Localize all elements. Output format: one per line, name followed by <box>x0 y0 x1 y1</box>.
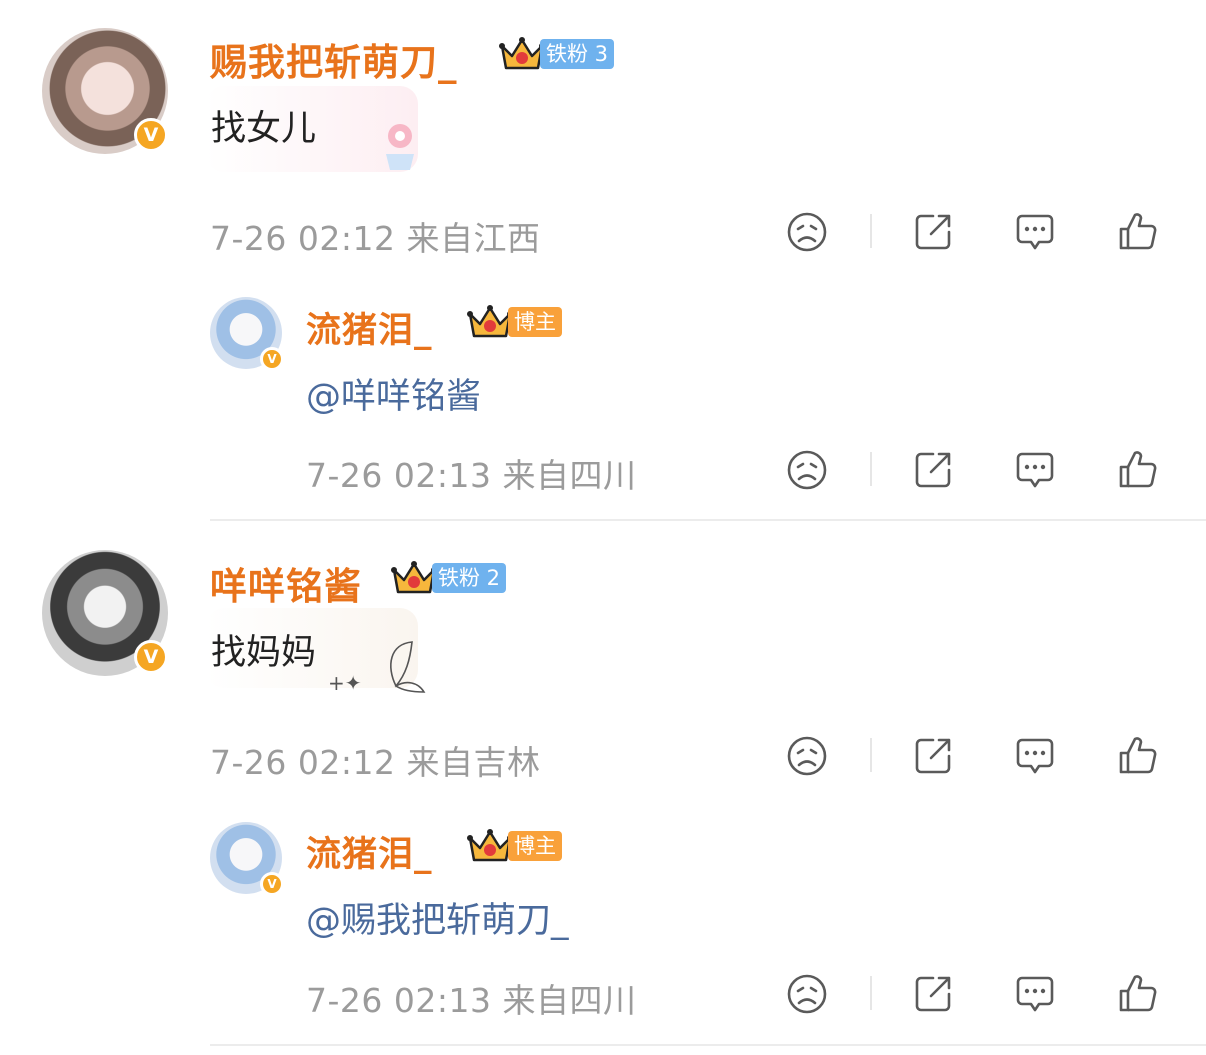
thread-divider <box>210 1044 1206 1046</box>
like-icon[interactable] <box>1115 972 1159 1016</box>
like-icon[interactable] <box>1115 734 1159 778</box>
reply-location: 来自四川 <box>502 456 637 495</box>
comment-icon[interactable] <box>1013 448 1057 492</box>
like-icon[interactable] <box>1115 448 1159 492</box>
action-divider <box>870 738 872 772</box>
blogger-badge-label: 博主 <box>508 831 562 861</box>
comment-time: 7-26 02:12 <box>210 743 396 782</box>
blogger-badge-label: 博主 <box>508 307 562 337</box>
reply-time: 7-26 02:13 <box>306 981 492 1020</box>
avatar[interactable]: V <box>42 28 168 154</box>
blogger-badge[interactable]: 博主 <box>466 305 562 339</box>
reply-mention[interactable]: @赐我把斩萌刀_ <box>306 892 569 943</box>
reply-location: 来自四川 <box>502 981 637 1020</box>
reply-time: 7-26 02:13 <box>306 456 492 495</box>
crown-icon <box>466 826 514 866</box>
verified-badge-icon: V <box>260 347 284 371</box>
comment-text: 找妈妈 <box>211 633 317 673</box>
reply-mention[interactable]: @咩咩铭酱 <box>306 368 481 419</box>
share-icon[interactable] <box>911 734 955 778</box>
comment-icon[interactable] <box>1013 972 1057 1016</box>
reply-meta: 7-26 02:13 来自四川 <box>306 974 637 1022</box>
reply-meta: 7-26 02:13 来自四川 <box>306 449 637 497</box>
like-icon[interactable] <box>1115 210 1159 254</box>
crown-icon <box>466 302 514 342</box>
fan-badge[interactable]: 铁粉 2 <box>390 558 507 598</box>
fan-badge-label: 铁粉 2 <box>432 563 507 593</box>
avatar[interactable]: V <box>42 550 168 676</box>
comment-meta: 7-26 02:12 来自吉林 <box>210 736 541 784</box>
crown-icon <box>390 558 438 598</box>
crown-icon <box>498 34 546 74</box>
comment-location: 来自吉林 <box>406 743 541 782</box>
comment-icon[interactable] <box>1013 210 1057 254</box>
svg-text:+✦: +✦ <box>328 671 362 695</box>
comment-author[interactable]: 咩咩铭酱 <box>210 556 362 610</box>
verified-badge-icon: V <box>134 118 168 152</box>
sad-face-icon[interactable] <box>785 972 829 1016</box>
sad-face-icon[interactable] <box>785 448 829 492</box>
action-divider <box>870 214 872 248</box>
share-icon[interactable] <box>911 448 955 492</box>
fan-badge-label: 铁粉 3 <box>540 39 615 69</box>
comment-text: 找女儿 <box>211 109 317 149</box>
reply-author[interactable]: 流猪泪_ <box>306 826 433 877</box>
sad-face-icon[interactable] <box>785 734 829 778</box>
action-divider <box>870 452 872 486</box>
share-icon[interactable] <box>911 972 955 1016</box>
comment-meta: 7-26 02:12 来自江西 <box>210 212 541 260</box>
verified-badge-icon: V <box>134 640 168 674</box>
reply-avatar[interactable]: V <box>210 822 284 896</box>
reply-author[interactable]: 流猪泪_ <box>306 302 433 353</box>
verified-badge-icon: V <box>260 872 284 896</box>
comment-author[interactable]: 赐我把斩萌刀_ <box>210 32 458 86</box>
comment-location: 来自江西 <box>406 219 541 258</box>
flower-decoration-icon: > ᴗ < <box>386 124 414 170</box>
thread-divider <box>210 519 1206 521</box>
comment-icon[interactable] <box>1013 734 1057 778</box>
action-divider <box>870 976 872 1010</box>
butterfly-decoration-icon: +✦ <box>328 641 426 695</box>
reply-avatar[interactable]: V <box>210 297 284 371</box>
sad-face-icon[interactable] <box>785 210 829 254</box>
blogger-badge[interactable]: 博主 <box>466 829 562 863</box>
fan-badge[interactable]: 铁粉 3 <box>498 34 615 74</box>
share-icon[interactable] <box>911 210 955 254</box>
comment-time: 7-26 02:12 <box>210 219 396 258</box>
